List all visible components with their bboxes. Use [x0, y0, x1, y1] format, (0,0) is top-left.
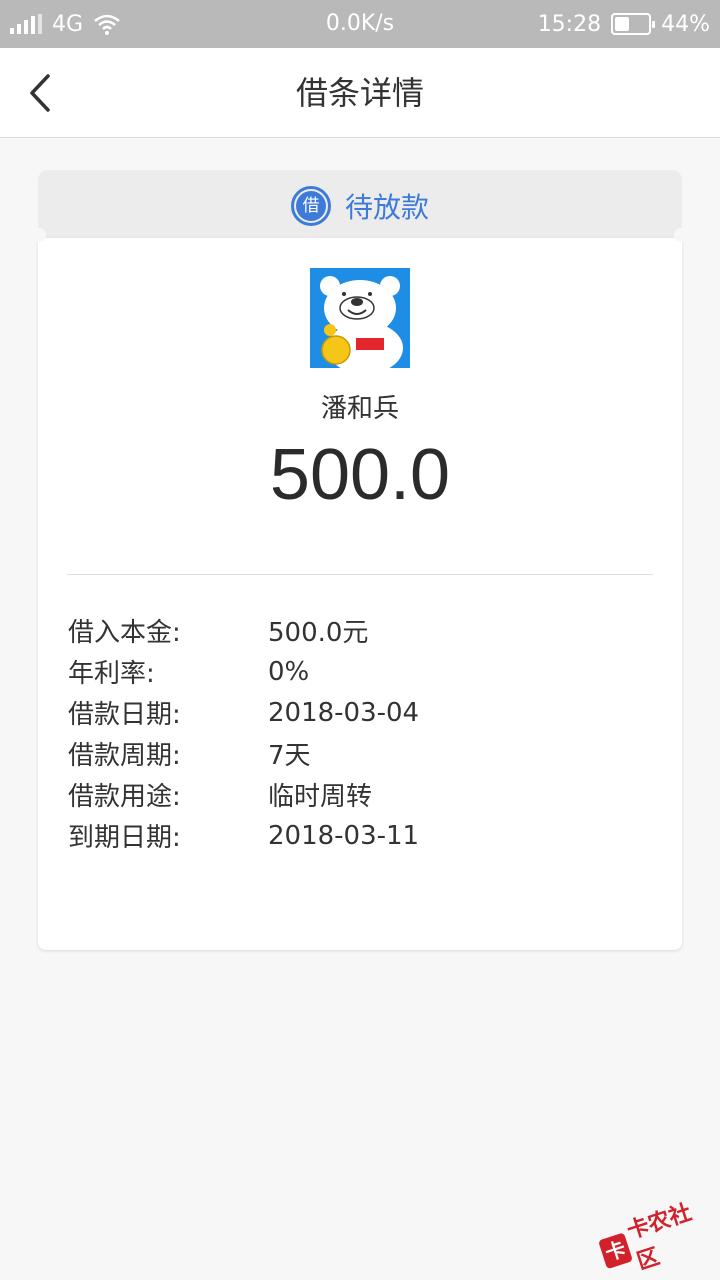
detail-row-principal: 借入本金: 500.0元 [68, 610, 658, 651]
detail-label: 借款用途: [68, 782, 181, 812]
loan-status-text: 待放款 [344, 191, 429, 224]
detail-label: 年利率: [68, 659, 155, 689]
loan-status-tab: 借 待放款 [38, 170, 682, 242]
nav-header: 借条详情 [0, 48, 720, 138]
borrow-badge-text: 借 [295, 191, 326, 221]
status-right: 15:28 44% [538, 0, 710, 48]
loan-details-list: 借入本金: 500.0元 年利率: 0% 借款日期: 2018-03-04 借款… [68, 610, 658, 856]
battery-percent: 44% [661, 11, 710, 37]
card-notch-left [32, 228, 46, 242]
avatar [310, 268, 410, 368]
detail-row-loan-purpose: 借款用途: 临时周转 [68, 774, 658, 815]
detail-label: 到期日期: [68, 823, 181, 853]
loan-detail-card: 潘和兵 500.0 借入本金: 500.0元 年利率: 0% 借款日期: 201… [32, 228, 688, 950]
borrow-badge-icon: 借 [290, 186, 331, 226]
divider [67, 574, 653, 575]
detail-label: 借入本金: [68, 618, 181, 648]
bear-mascot-icon [310, 268, 410, 368]
detail-row-due-date: 到期日期: 2018-03-11 [68, 815, 658, 856]
detail-row-interest-rate: 年利率: 0% [68, 651, 658, 692]
clock: 15:28 [537, 11, 602, 37]
borrower-name: 潘和兵 [320, 394, 399, 424]
loan-amount: 500.0 [269, 435, 451, 515]
page-title: 借条详情 [295, 74, 424, 112]
watermark-text: 卡农社区 [624, 1200, 695, 1275]
detail-value: 2018-03-11 [268, 820, 420, 851]
battery-icon [611, 13, 656, 35]
community-watermark: 卡 卡农社区 [593, 1192, 716, 1280]
watermark-logo-icon: 卡 [598, 1232, 633, 1270]
detail-value: 0% [268, 656, 310, 687]
status-bar: 4G 0.0K/s 15:28 44% [0, 0, 720, 48]
detail-row-loan-period: 借款周期: 7天 [68, 733, 658, 774]
detail-value: 500.0元 [268, 618, 369, 648]
detail-label: 借款周期: [68, 741, 181, 771]
detail-value: 7天 [268, 741, 311, 771]
detail-value: 2018-03-04 [268, 697, 420, 728]
card-notch-right [674, 228, 688, 242]
detail-value: 临时周转 [268, 782, 373, 812]
detail-row-loan-date: 借款日期: 2018-03-04 [68, 692, 658, 733]
detail-label: 借款日期: [68, 700, 181, 730]
